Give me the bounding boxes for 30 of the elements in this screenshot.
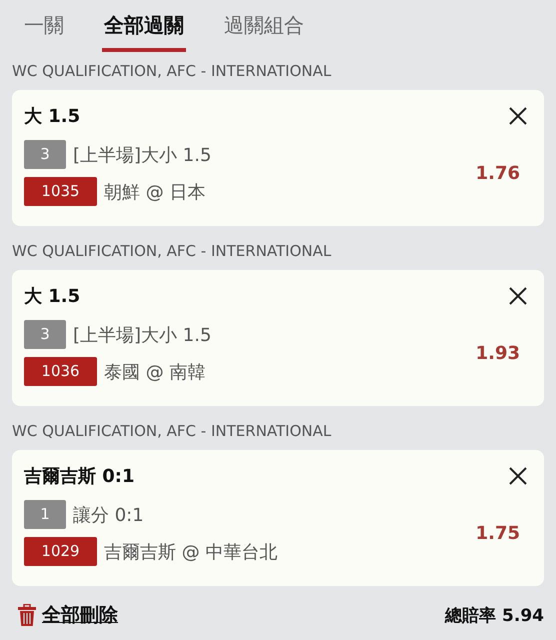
market-text: [上半場]大小 1.5 <box>73 324 212 346</box>
league-name: WC QUALIFICATION, AFC - INTERNATIONAL <box>11 241 332 262</box>
period-badge: 3 <box>24 140 66 169</box>
trash-icon <box>18 604 36 626</box>
market-text: 讓分 0:1 <box>73 504 144 526</box>
market-text: [上半場]大小 1.5 <box>73 144 212 166</box>
league-name: WC QUALIFICATION, AFC - INTERNATIONAL <box>11 61 332 82</box>
match-text: 朝鮮 @ 日本 <box>104 180 206 204</box>
tab[interactable]: 全部過關 <box>102 8 186 52</box>
odds-value: 1.76 <box>476 162 520 184</box>
match-text: 泰國 @ 南韓 <box>104 360 206 384</box>
close-icon[interactable] <box>508 466 528 486</box>
total-odds: 總賠率 5.94 <box>445 604 544 626</box>
selection-title: 吉爾吉斯 0:1 <box>24 465 135 488</box>
delete-all-link[interactable]: 全部刪除 <box>18 602 118 628</box>
odds-value: 1.93 <box>476 342 520 364</box>
league-name: WC QUALIFICATION, AFC - INTERNATIONAL <box>11 421 332 442</box>
match-code-badge: 1035 <box>24 177 97 206</box>
selection-title: 大 1.5 <box>24 285 80 308</box>
close-icon[interactable] <box>508 286 528 306</box>
match-code-badge: 1029 <box>24 537 97 566</box>
odds-value: 1.75 <box>476 522 520 544</box>
selection-title: 大 1.5 <box>24 105 80 128</box>
period-badge: 3 <box>24 320 66 349</box>
period-badge: 1 <box>24 500 66 529</box>
close-icon[interactable] <box>508 106 528 126</box>
match-code-badge: 1036 <box>24 357 97 386</box>
tab[interactable]: 一關 <box>22 8 66 52</box>
tab[interactable]: 過關組合 <box>222 8 306 52</box>
match-text: 吉爾吉斯 @ 中華台北 <box>104 540 278 564</box>
